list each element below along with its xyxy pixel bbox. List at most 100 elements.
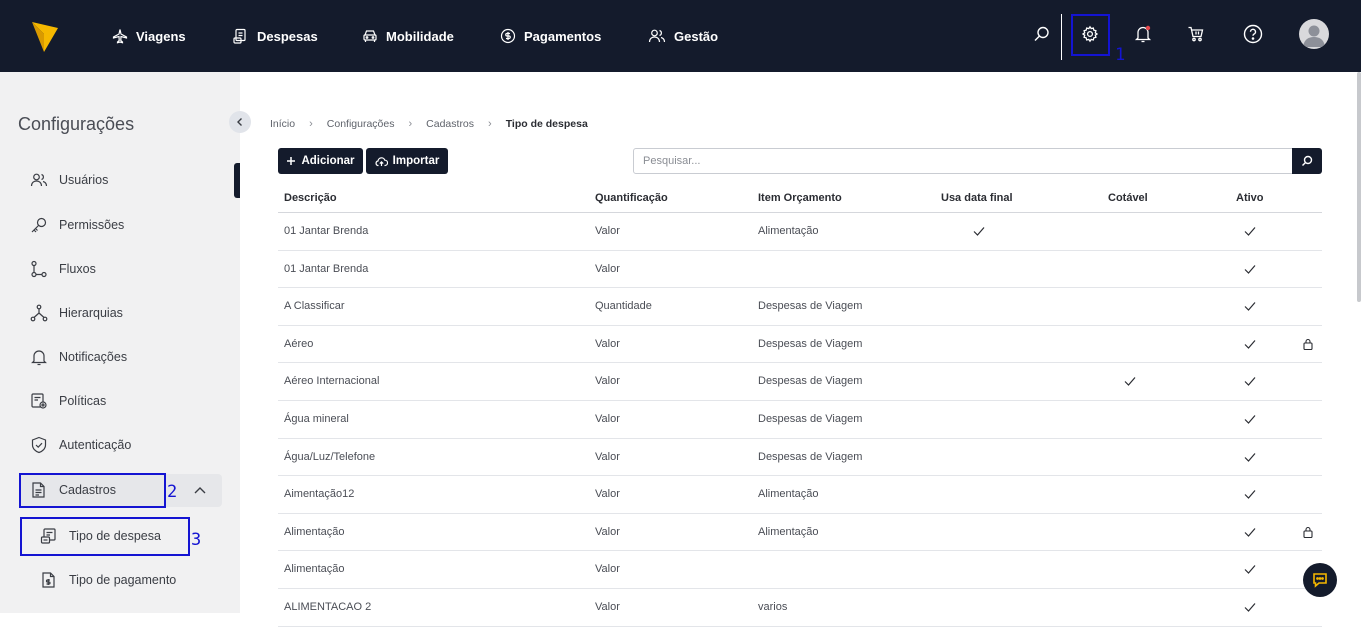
- nav-label: Pagamentos: [524, 28, 602, 44]
- sidebar-item-fluxos[interactable]: Fluxos: [30, 259, 96, 279]
- scrollbar[interactable]: [1357, 72, 1361, 302]
- cell-quantificacao: Valor: [595, 525, 620, 538]
- avatar[interactable]: [1299, 19, 1329, 49]
- sidebar-item-label: Notificações: [59, 350, 128, 364]
- sidebar-title: Configurações: [18, 114, 135, 134]
- breadcrumb-link[interactable]: Início: [270, 118, 295, 130]
- column-header[interactable]: Cotável: [1108, 192, 1148, 204]
- sidebar-item-politicas[interactable]: Políticas: [30, 391, 106, 411]
- chat-button[interactable]: [1303, 563, 1337, 597]
- sidebar-item-permissoes[interactable]: Permissões: [30, 215, 124, 235]
- chevron-up-icon[interactable]: [194, 486, 206, 494]
- search-input[interactable]: Pesquisar...: [633, 148, 1293, 174]
- cell-quantificacao: Valor: [595, 262, 620, 275]
- nav-pagamentos[interactable]: Pagamentos: [500, 26, 601, 46]
- cell-quantificacao: Valor: [595, 337, 620, 350]
- cell-item-orcamento: Despesas de Viagem: [758, 412, 863, 425]
- cloud-upload-icon: [375, 156, 388, 166]
- lock-icon: [1302, 337, 1314, 351]
- breadcrumb: Início › Configurações › Cadastros › Tip…: [270, 118, 588, 130]
- nav-mobilidade[interactable]: Mobilidade: [362, 26, 454, 46]
- table-row[interactable]: Água/Luz/Telefone Valor Despesas de Viagem: [278, 439, 1322, 477]
- flow-icon: [30, 260, 48, 278]
- column-header[interactable]: Usa data final: [941, 192, 1013, 204]
- sidebar-item-label: Autenticação: [59, 438, 132, 452]
- sidebar-item-autenticacao[interactable]: Autenticação: [30, 435, 131, 455]
- table-row[interactable]: 01 Jantar Brenda Valor: [278, 251, 1322, 289]
- collapse-sidebar-button[interactable]: [229, 111, 251, 133]
- cell-descricao: 01 Jantar Brenda: [284, 225, 369, 237]
- ativo-check-icon: [1243, 450, 1257, 464]
- add-button-label: Adicionar: [301, 155, 355, 167]
- cell-quantificacao: Quantidade: [595, 300, 652, 313]
- table-row[interactable]: A Classificar Quantidade Despesas de Viage…: [278, 288, 1322, 326]
- sidebar-item-label: Políticas: [59, 394, 107, 408]
- sidebar-item-usuarios[interactable]: Usuários: [30, 170, 108, 190]
- table-row[interactable]: 01 Jantar Brenda Valor Alimentação: [278, 213, 1322, 251]
- breadcrumb-link[interactable]: Configurações: [327, 118, 395, 130]
- logo-icon[interactable]: [30, 20, 60, 54]
- table-header: Descrição Quantificação Item Orçamento U…: [278, 185, 1322, 213]
- highlight-number-3: 3: [191, 530, 202, 550]
- nav-label: Viagens: [136, 28, 186, 44]
- chevron-right-icon: ›: [309, 118, 313, 130]
- nav-label: Despesas: [257, 28, 318, 44]
- ativo-check-icon: [1243, 337, 1257, 351]
- top-navbar: Viagens Despesas Mobilidade Pagamentos G…: [0, 0, 1361, 72]
- search-icon: [1302, 155, 1313, 166]
- column-header[interactable]: Item Orçamento: [758, 192, 842, 204]
- search-button[interactable]: [1292, 148, 1322, 174]
- lock-icon: [1302, 525, 1314, 539]
- sidebar-item-notificacoes[interactable]: Notificações: [30, 347, 127, 367]
- table-row[interactable]: Aéreo Internacional Valor Despesas de Viag…: [278, 363, 1322, 401]
- cart-icon[interactable]: [1184, 22, 1208, 46]
- ativo-check-icon: [1243, 299, 1257, 313]
- column-header[interactable]: Descrição: [284, 192, 337, 204]
- ativo-check-icon: [1243, 600, 1257, 614]
- chevron-right-icon: ›: [408, 118, 413, 130]
- highlight-box-1: [1071, 14, 1110, 56]
- nav-gestao[interactable]: Gestão: [648, 26, 718, 46]
- help-icon[interactable]: [1241, 22, 1265, 46]
- table-body: 01 Jantar Brenda Valor Alimentação 01 Janta…: [278, 213, 1322, 627]
- cell-quantificacao: Valor: [595, 225, 620, 237]
- table-row[interactable]: Água mineral Valor Despesas de Viagem: [278, 401, 1322, 439]
- nav-viagens[interactable]: Viagens: [112, 26, 186, 46]
- cell-item-orcamento: Despesas de Viagem: [758, 375, 863, 388]
- column-header[interactable]: Quantificação: [595, 192, 668, 204]
- key-icon: [30, 216, 48, 234]
- bell-icon[interactable]: [1131, 22, 1155, 46]
- scroll-marker: [234, 163, 240, 198]
- cell-item-orcamento: Despesas de Viagem: [758, 337, 863, 350]
- search-icon[interactable]: [1030, 22, 1054, 46]
- cell-item-orcamento: Despesas de Viagem: [758, 450, 863, 463]
- cotavel-check-icon: [1123, 374, 1137, 388]
- column-header[interactable]: Ativo: [1236, 192, 1264, 204]
- table-row[interactable]: Alimentação Valor: [278, 551, 1322, 589]
- import-button[interactable]: Importar: [366, 148, 448, 174]
- dollar-icon: [500, 28, 516, 44]
- cell-item-orcamento: Alimentação: [758, 525, 819, 538]
- import-button-label: Importar: [392, 155, 440, 167]
- cell-item-orcamento: varios: [758, 600, 788, 613]
- table-row[interactable]: Aéreo Valor Despesas de Viagem: [278, 326, 1322, 364]
- table-row[interactable]: Alimentação Valor Alimentação: [278, 514, 1322, 552]
- bell-icon: [30, 348, 48, 366]
- highlight-box-2: [19, 473, 166, 508]
- cell-quantificacao: Valor: [595, 600, 620, 613]
- ativo-check-icon: [1243, 412, 1257, 426]
- table-row[interactable]: Aimentação12 Valor Alimentação: [278, 476, 1322, 514]
- add-button[interactable]: Adicionar: [278, 148, 363, 174]
- cell-descricao: Alimentação: [284, 563, 345, 576]
- table-row[interactable]: ALIMENTACAO 2 Valor varios: [278, 589, 1322, 627]
- sidebar-subitem-tipo-de-pagamento[interactable]: Tipo de pagamento: [40, 570, 176, 590]
- policy-icon: [30, 392, 48, 410]
- breadcrumb-current: Tipo de despesa: [505, 118, 588, 130]
- sidebar-item-hierarquias[interactable]: Hierarquias: [30, 303, 123, 323]
- receipt-icon: [233, 28, 246, 44]
- sidebar-item-label: Fluxos: [59, 262, 96, 276]
- expense-type-table: Descrição Quantificação Item Orçamento U…: [278, 185, 1322, 627]
- nav-despesas[interactable]: Despesas: [233, 26, 318, 46]
- sidebar-subitem-label: Tipo de pagamento: [69, 573, 177, 587]
- breadcrumb-link[interactable]: Cadastros: [426, 118, 474, 130]
